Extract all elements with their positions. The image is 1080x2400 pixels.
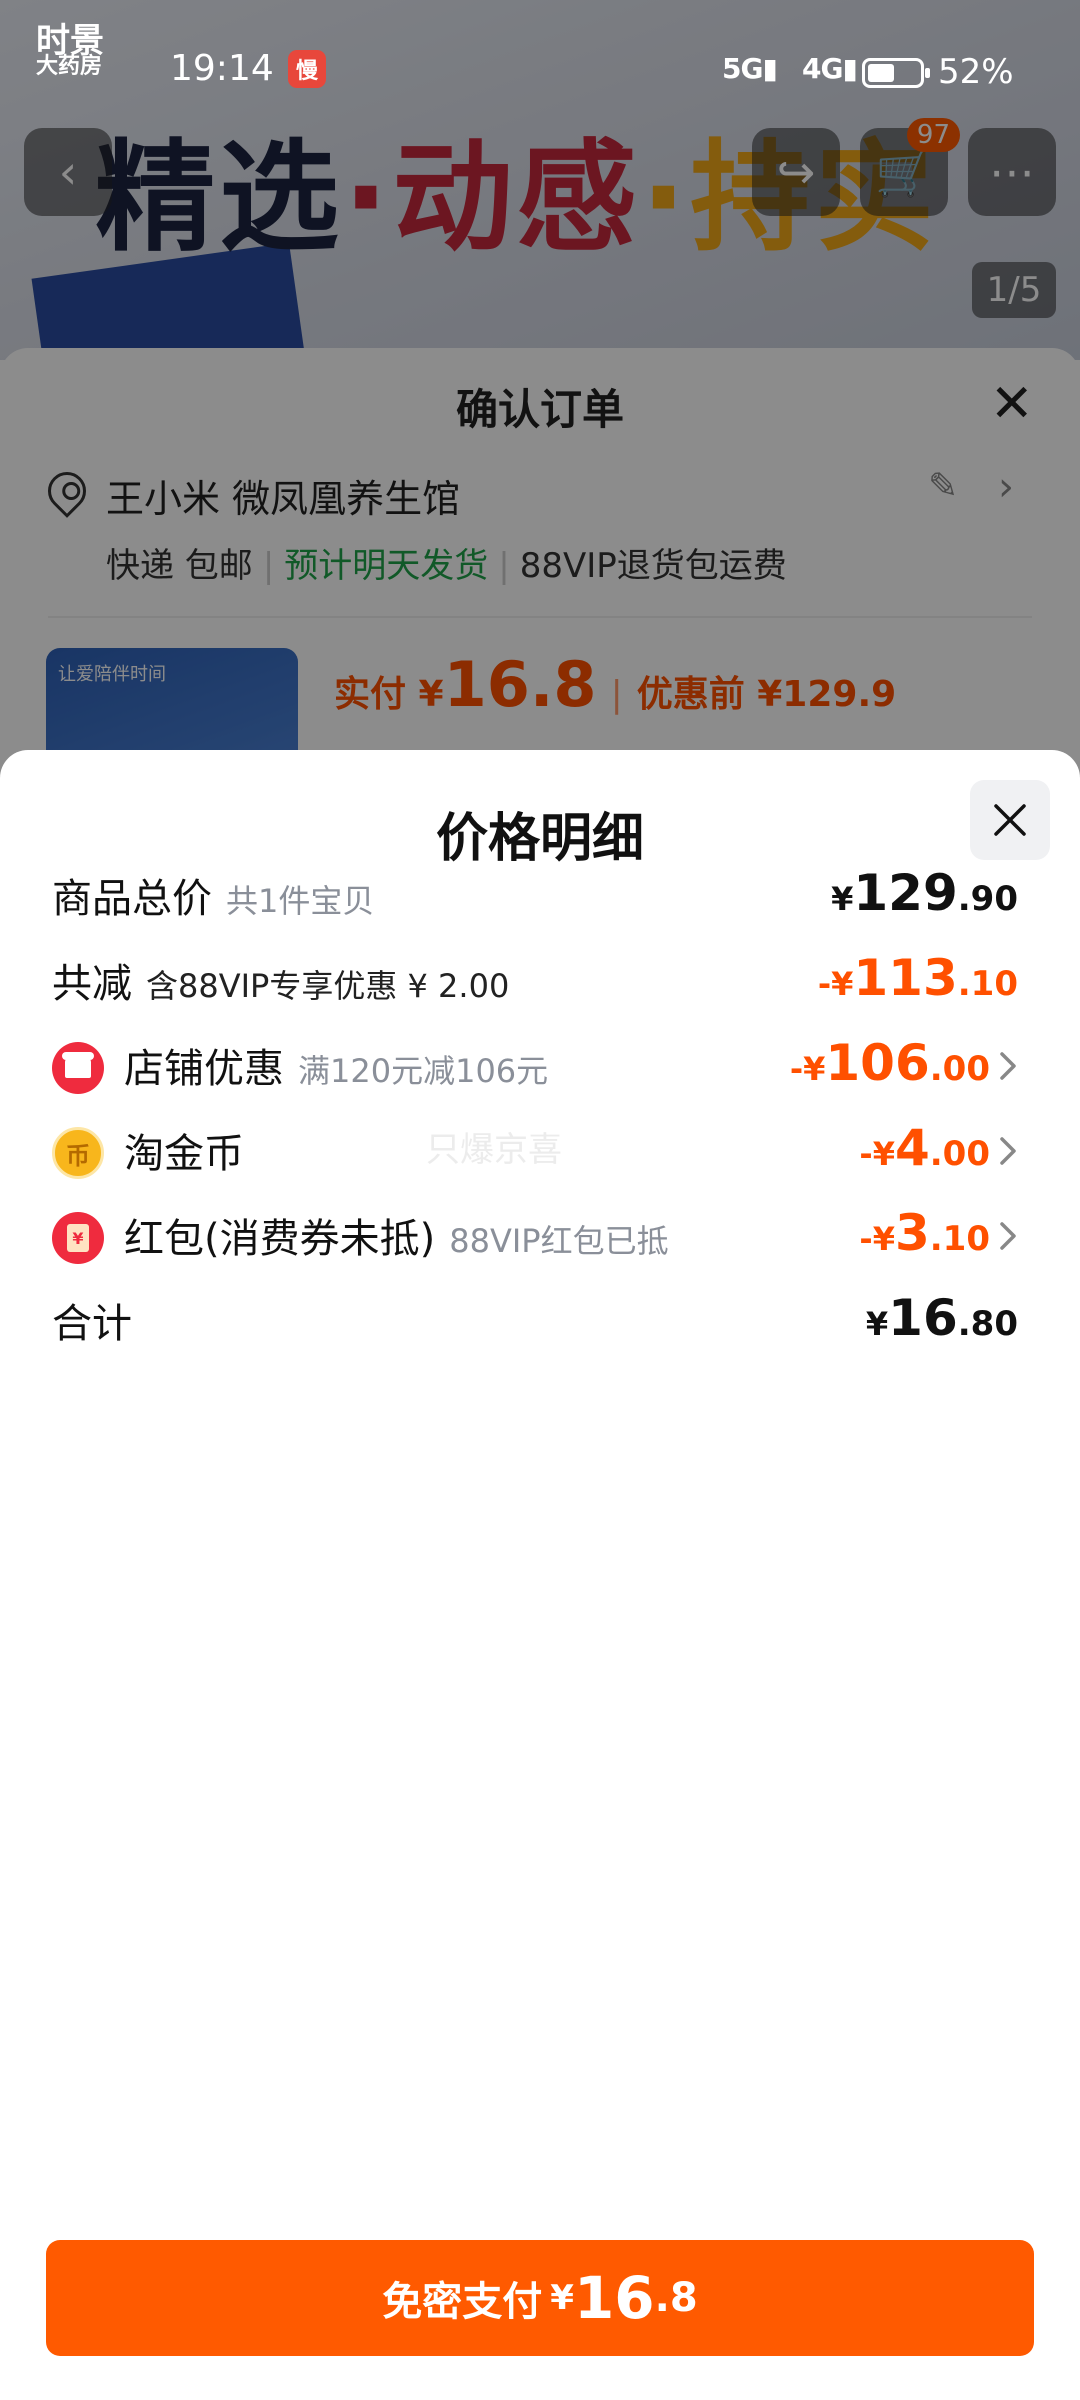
status-bar: 时景 大药房 19:14 慢 5G▮ 4G▮ 52% (0, 0, 1080, 120)
signal-5g-label: 5G (722, 52, 763, 85)
battery-level (868, 64, 894, 82)
row-amount: ¥129.90 (831, 864, 1018, 922)
row-label: 商品总价 共1件宝贝 (52, 866, 374, 924)
row-amount: -¥3.10 (859, 1204, 990, 1262)
clock: 19:14 (170, 48, 274, 89)
currency: -¥ (789, 1050, 826, 1088)
battery-icon (862, 58, 930, 88)
row-total-price: 商品总价 共1件宝贝 ¥129.90 (0, 850, 1080, 940)
currency: ¥ (831, 880, 854, 918)
red-packet-glyph: ¥ (67, 1224, 89, 1252)
signal-4g-icon: 4G▮ (802, 52, 858, 85)
gold-coin-icon: 币 (52, 1127, 104, 1179)
currency: ¥ (865, 1305, 889, 1343)
password-free-pay-button[interactable]: 免密支付 ¥16.8 (46, 2240, 1034, 2356)
amount-decimal: .10 (929, 1219, 990, 1259)
row-red-packet[interactable]: ¥ 红包(消费券未抵) 88VIP红包已抵 -¥3.10 (0, 1190, 1080, 1280)
amount-integer: 3 (894, 1204, 930, 1262)
currency: -¥ (817, 965, 854, 1003)
chevron-right-icon (1000, 1137, 1016, 1165)
logo-line-2: 大药房 (36, 54, 103, 79)
amount-integer: 16 (888, 1289, 958, 1347)
row-note: 共1件宝贝 (226, 882, 375, 920)
amount-decimal: .00 (929, 1134, 990, 1174)
row-label: 店铺优惠 满120元减106元 (124, 1036, 548, 1094)
app-logo: 时景 大药房 (36, 21, 166, 86)
amount-decimal: .10 (957, 964, 1018, 1004)
row-store-discount[interactable]: 店铺优惠 满120元减106元 -¥106.00 (0, 1020, 1080, 1110)
logo-line-1: 时景 (36, 21, 104, 61)
row-label: 淘金币 (124, 1121, 244, 1179)
row-note: 88VIP红包已抵 (449, 1222, 669, 1260)
amount-decimal: .80 (957, 1304, 1018, 1344)
store-icon (52, 1042, 104, 1094)
row-label: 共减 含88VIP专享优惠 ¥ 2.00 (52, 951, 509, 1009)
signal-4g-label: 4G (802, 52, 843, 85)
price-detail-sheet: 只爆京喜 价格明细 商品总价 共1件宝贝 ¥129.90 共减 含88VIP专享优惠… (0, 750, 1080, 2400)
pay-amount-decimal: .8 (654, 2275, 698, 2321)
row-amount: -¥106.00 (790, 1034, 990, 1092)
coin-glyph: 币 (66, 1141, 90, 1170)
amount-decimal: .90 (957, 879, 1018, 919)
row-total-discount: 共减 含88VIP专享优惠 ¥ 2.00 -¥113.10 (0, 935, 1080, 1025)
row-label: 合计 (52, 1291, 132, 1349)
row-label: 红包(消费券未抵) 88VIP红包已抵 (124, 1206, 669, 1264)
amount-integer: 129 (853, 864, 958, 922)
currency: -¥ (859, 1135, 895, 1173)
close-icon (994, 804, 1026, 836)
row-grand-total: 合计 ¥16.80 (0, 1275, 1080, 1365)
pay-button-label: 免密支付 (382, 2279, 543, 2325)
row-gold-coin[interactable]: 币 淘金币 -¥4.00 (0, 1105, 1080, 1195)
row-amount: -¥4.00 (859, 1119, 990, 1177)
signal-5g-icon: 5G▮ (722, 52, 778, 85)
red-packet-icon: ¥ (52, 1212, 104, 1264)
pay-currency: ¥ (550, 2278, 574, 2318)
row-title: 共减 (52, 961, 132, 1007)
row-title: 淘金币 (124, 1131, 244, 1177)
pay-amount-integer: 16 (573, 2264, 655, 2332)
amount-decimal: .00 (929, 1049, 990, 1089)
row-title: 合计 (52, 1301, 132, 1347)
amount-integer: 113 (853, 949, 958, 1007)
chevron-right-icon (1000, 1222, 1016, 1250)
row-title: 红包(消费券未抵) (124, 1216, 436, 1262)
row-amount: ¥16.80 (866, 1289, 1018, 1347)
row-note: 含88VIP专享优惠 ¥ 2.00 (146, 967, 510, 1005)
battery-percent: 52% (938, 52, 1014, 92)
amount-integer: 4 (894, 1119, 930, 1177)
row-title: 商品总价 (52, 876, 212, 922)
amount-integer: 106 (825, 1034, 930, 1092)
notification-app-icon: 慢 (288, 50, 326, 88)
row-amount: -¥113.10 (818, 949, 1018, 1007)
close-button[interactable] (970, 780, 1050, 860)
currency: -¥ (859, 1220, 895, 1258)
row-title: 店铺优惠 (124, 1046, 284, 1092)
row-note: 满120元减106元 (298, 1052, 549, 1090)
chevron-right-icon (1000, 1052, 1016, 1080)
